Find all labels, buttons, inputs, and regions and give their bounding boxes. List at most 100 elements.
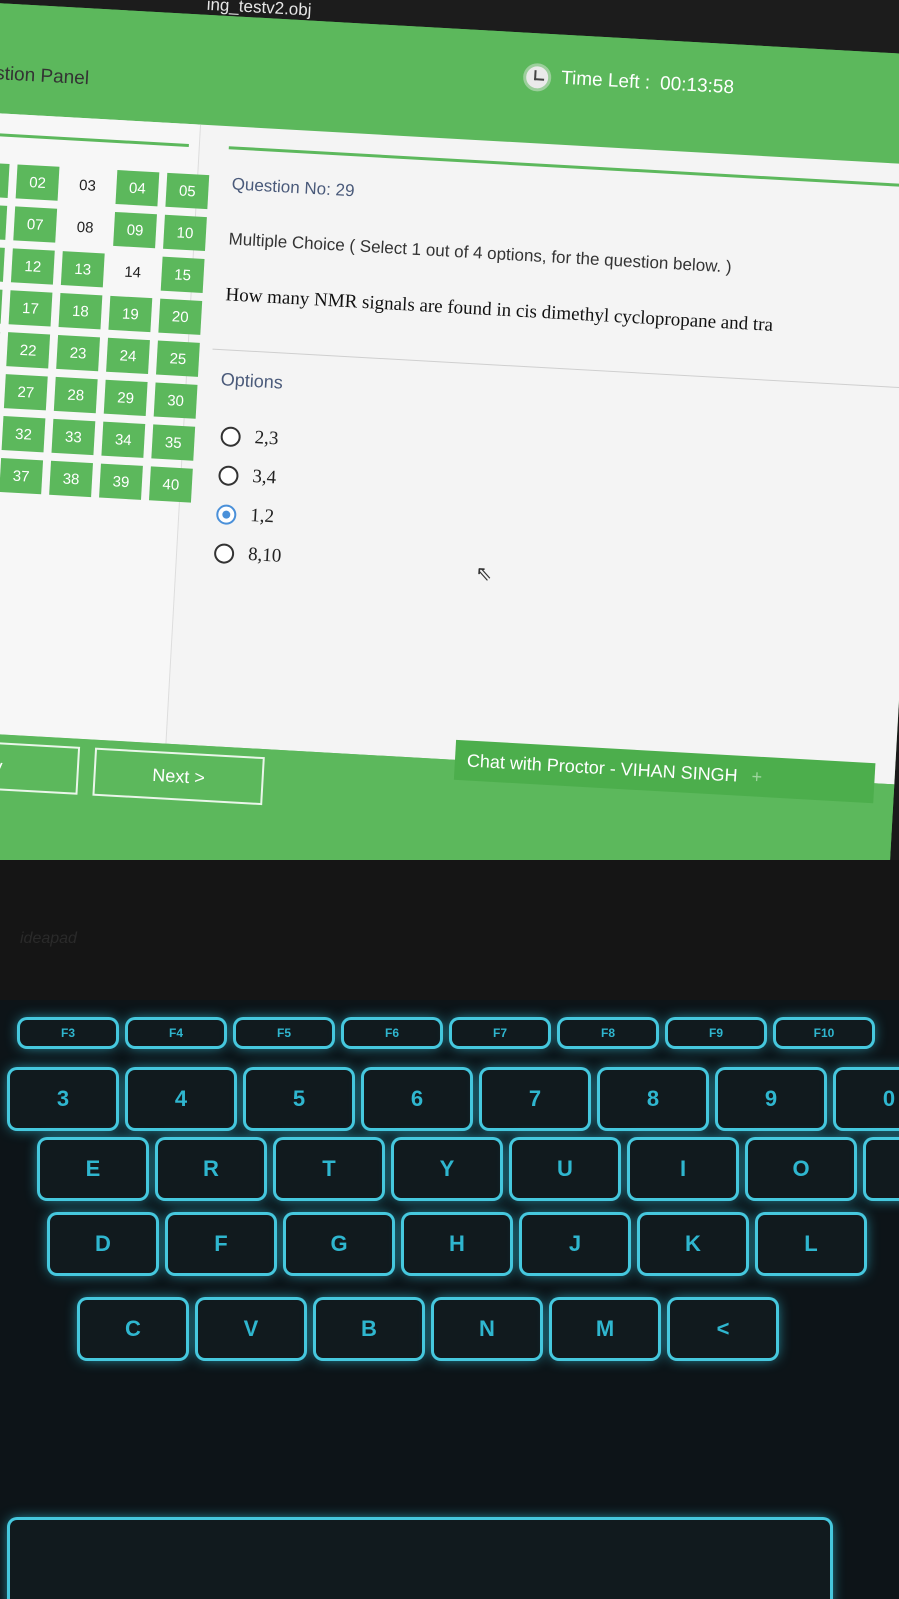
option-label: 2,3 — [254, 426, 279, 449]
key-j[interactable]: J — [522, 1215, 628, 1273]
question-number-button[interactable]: 28 — [53, 376, 98, 414]
key-7[interactable]: 7 — [482, 1070, 588, 1128]
question-number-button[interactable]: 07 — [13, 206, 58, 243]
question-number-button[interactable]: 25 — [156, 340, 200, 377]
key-f9[interactable]: F9 — [668, 1020, 764, 1046]
question-number-button[interactable]: 14 — [111, 254, 155, 290]
options-list: 2,3 3,4 1,2 8,10 — [213, 416, 289, 576]
question-number-button[interactable] — [0, 203, 8, 240]
question-number-button[interactable]: 22 — [6, 332, 51, 369]
clock-icon — [522, 62, 552, 93]
option-label: 3,4 — [251, 465, 277, 488]
question-number-button[interactable]: 20 — [158, 298, 203, 335]
question-number-button[interactable]: 13 — [60, 251, 105, 288]
question-number-button[interactable]: 39 — [99, 463, 143, 500]
next-button[interactable]: Next > — [92, 747, 265, 806]
key-y[interactable]: Y — [394, 1140, 500, 1198]
option-item[interactable]: 3,4 — [217, 455, 286, 498]
question-number-button[interactable]: 37 — [0, 457, 44, 495]
radio-button[interactable] — [217, 464, 240, 486]
question-number-button[interactable]: 24 — [106, 337, 150, 375]
question-number-button[interactable]: 08 — [63, 209, 107, 245]
key-h[interactable]: H — [404, 1215, 510, 1273]
key-d[interactable]: D — [50, 1215, 156, 1273]
radio-button[interactable] — [220, 425, 242, 447]
key-f7[interactable]: F7 — [452, 1020, 548, 1046]
question-number-button[interactable]: 15 — [160, 256, 205, 293]
key-l[interactable]: L — [758, 1215, 864, 1273]
key-f8[interactable]: F8 — [560, 1020, 656, 1046]
key-f5[interactable]: F5 — [236, 1020, 332, 1046]
question-number-button[interactable]: 05 — [165, 172, 210, 210]
prev-button[interactable]: < Prev — [0, 738, 81, 795]
question-number-button[interactable]: 10 — [163, 214, 207, 252]
key-4[interactable]: 4 — [128, 1070, 234, 1128]
question-number-button[interactable]: 09 — [113, 211, 157, 249]
question-number-button[interactable]: 35 — [151, 424, 196, 461]
key-b[interactable]: B — [316, 1300, 422, 1358]
radio-button[interactable] — [213, 542, 235, 564]
radio-button[interactable] — [215, 503, 237, 525]
question-number-button[interactable]: 32 — [1, 416, 46, 453]
exam-app: ing_testv2.obj Time Left : 00:13:58 esti… — [0, 0, 899, 860]
question-panel-title: estion Panel — [0, 62, 90, 90]
key-f3[interactable]: F3 — [20, 1020, 116, 1046]
question-number-button[interactable]: 23 — [56, 334, 101, 372]
key-t[interactable]: T — [276, 1140, 382, 1198]
question-number-button[interactable]: 12 — [10, 248, 55, 285]
key-m[interactable]: M — [552, 1300, 658, 1358]
key-0[interactable]: 0 — [836, 1070, 899, 1128]
plus-icon[interactable]: + — [751, 766, 763, 788]
question-number-button[interactable]: 29 — [103, 379, 148, 416]
question-number-button[interactable]: 27 — [3, 374, 48, 411]
question-number-button[interactable]: 04 — [115, 170, 160, 207]
question-number-button[interactable]: 17 — [8, 290, 53, 327]
question-number-button[interactable]: 30 — [153, 382, 198, 419]
laptop-bezel — [0, 860, 899, 1000]
key-r[interactable]: R — [158, 1140, 264, 1198]
key-u[interactable]: U — [512, 1140, 618, 1198]
question-number-button[interactable]: 18 — [58, 293, 103, 330]
key-8[interactable]: 8 — [600, 1070, 706, 1128]
question-number-button[interactable]: 02 — [15, 164, 60, 201]
key-5[interactable]: 5 — [246, 1070, 352, 1128]
key-g[interactable]: G — [286, 1215, 392, 1273]
question-number-button[interactable]: 33 — [51, 418, 96, 456]
chat-label: Chat with Proctor - VIHAN SINGH — [466, 749, 739, 786]
spacebar-key[interactable] — [10, 1520, 830, 1599]
key-f4[interactable]: F4 — [128, 1020, 224, 1046]
key-n[interactable]: N — [434, 1300, 540, 1358]
key-o[interactable]: O — [748, 1140, 854, 1198]
keyboard-row: C V B N M < — [80, 1300, 776, 1358]
key-p[interactable]: P — [866, 1140, 899, 1198]
key-v[interactable]: V — [198, 1300, 304, 1358]
key-f10[interactable]: F10 — [776, 1020, 872, 1046]
timer-label: Time Left : — [560, 67, 651, 94]
timer-value: 00:13:58 — [659, 73, 735, 99]
key-k[interactable]: K — [640, 1215, 746, 1273]
key-9[interactable]: 9 — [718, 1070, 824, 1128]
question-number-button[interactable]: 19 — [108, 295, 153, 333]
question-number-button[interactable] — [0, 287, 3, 324]
key-3[interactable]: 3 — [10, 1070, 116, 1128]
question-number-button[interactable]: 38 — [49, 460, 93, 498]
question-number-button[interactable] — [0, 161, 10, 198]
keyboard-row: DFGHJKL — [50, 1215, 864, 1273]
key-6[interactable]: 6 — [364, 1070, 470, 1128]
key-f[interactable]: F — [168, 1215, 274, 1273]
key-<[interactable]: < — [670, 1300, 776, 1358]
question-number-button[interactable] — [0, 245, 5, 282]
laptop-screen: ing_testv2.obj Time Left : 00:13:58 esti… — [0, 0, 899, 860]
key-c[interactable]: C — [80, 1300, 186, 1358]
question-number-button[interactable]: 03 — [66, 167, 110, 203]
key-f6[interactable]: F6 — [344, 1020, 440, 1046]
option-item[interactable]: 8,10 — [213, 533, 282, 576]
keyboard: F3F4F5F6F7F8F9F1034567890ERTYUIOPDFGHJKL… — [0, 1000, 899, 1599]
question-grid: 02 03 04 05 07 08 09 10 12 13 14 15 17 18 19 20 22 23 24 25… — [0, 161, 210, 503]
question-number-button[interactable]: 40 — [148, 466, 193, 503]
key-i[interactable]: I — [630, 1140, 736, 1198]
question-number-button[interactable]: 34 — [101, 421, 146, 458]
key-e[interactable]: E — [40, 1140, 146, 1198]
option-item[interactable]: 2,3 — [220, 416, 289, 459]
option-item[interactable]: 1,2 — [215, 494, 284, 537]
